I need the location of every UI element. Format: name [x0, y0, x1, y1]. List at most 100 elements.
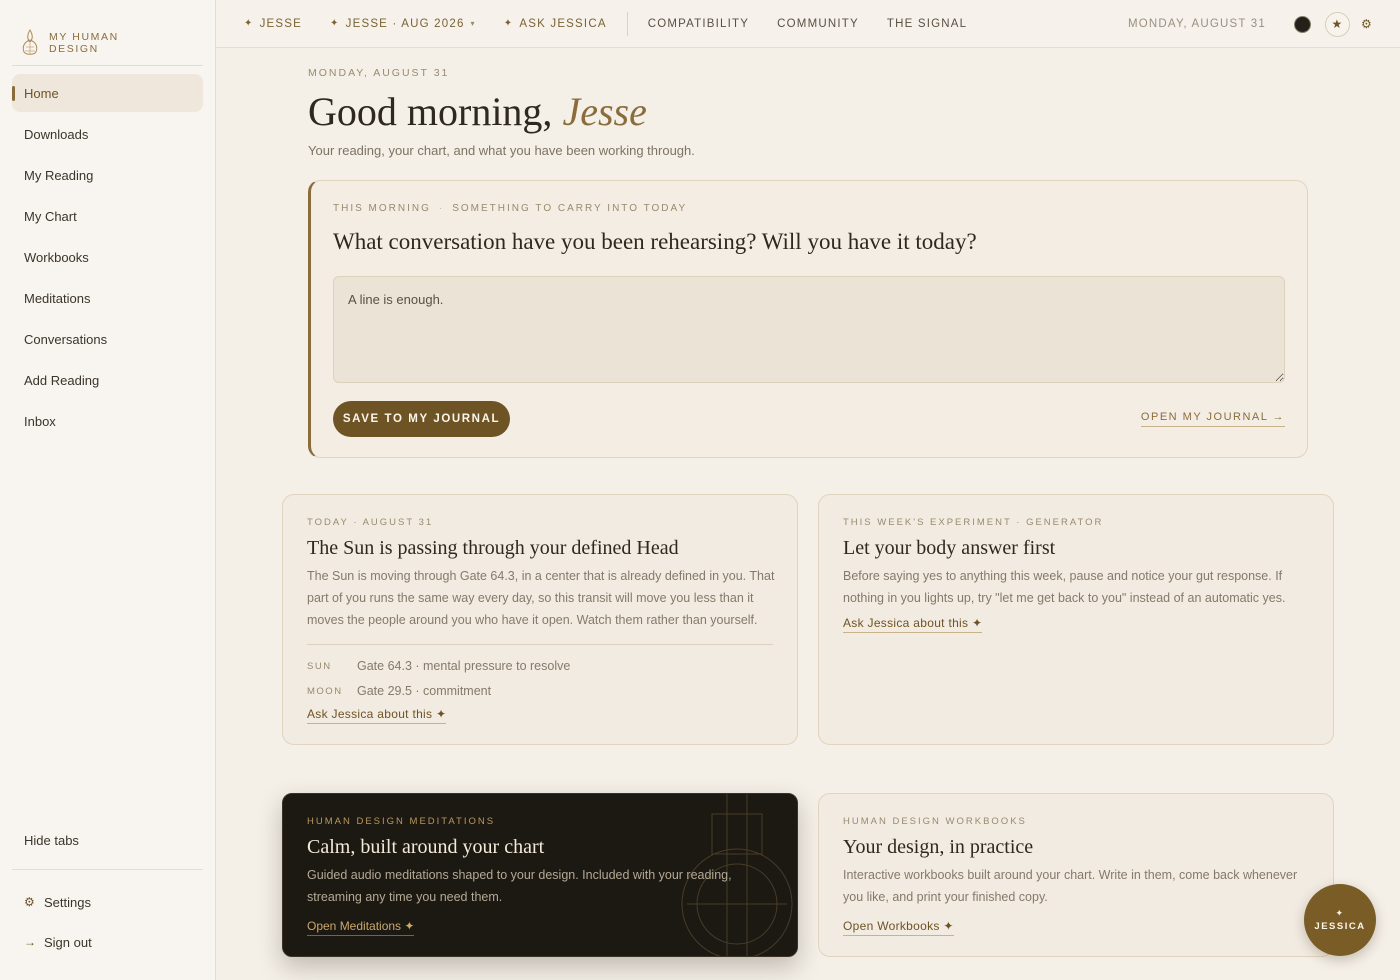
open-meditations-link[interactable]: Open Meditations ✦ — [307, 919, 415, 936]
sparkle-icon: ✦ — [244, 18, 254, 29]
sidebar-item-downloads[interactable]: Downloads — [12, 115, 203, 153]
kicker-separator: · — [438, 203, 445, 214]
sign-out-link[interactable]: → Sign out — [0, 922, 215, 962]
brand-line-2: Design — [49, 42, 99, 55]
greeting-name: Jesse — [562, 89, 647, 134]
top-nav-right: Monday, August 31 ★ ⚙ — [1128, 0, 1376, 48]
page-title: Good morning, Jesse — [308, 88, 647, 135]
meditations-kicker: Human Design Meditations — [307, 816, 496, 827]
transit-row-value: Gate 29.5 · commitment — [357, 684, 492, 698]
transit-row-label: Moon — [307, 686, 343, 697]
hide-tabs-button[interactable]: Hide tabs — [0, 819, 215, 861]
sidebar: My Human Design Home Downloads My Readin… — [0, 0, 216, 980]
transit-card: Today · August 31 The Sun is passing thr… — [282, 494, 798, 745]
sparkle-icon: ✦ — [503, 18, 514, 29]
workbooks-title: Your design, in practice — [843, 836, 1034, 858]
brand-line-1: My Human — [49, 30, 119, 43]
date-kicker: Monday, August 31 — [308, 67, 450, 79]
sidebar-item-conversations[interactable]: Conversations — [12, 320, 203, 358]
nav-divider — [626, 11, 628, 36]
chevron-down-icon: ▾ — [470, 19, 476, 28]
journal-entry-input[interactable] — [333, 276, 1285, 383]
settings-label: Settings — [44, 894, 91, 910]
current-date: Monday, August 31 — [1128, 18, 1266, 30]
ask-jessica-experiment-link[interactable]: Ask Jessica about this ✦ — [843, 616, 983, 633]
sign-out-label: Sign out — [44, 934, 92, 950]
top-nav: ✦ Jesse ✦ Jesse · Aug 2026 ▾ ✦ Ask Jessi… — [216, 0, 1400, 48]
journal-kicker-b: Something to carry into today — [452, 203, 688, 214]
transit-title: The Sun is passing through your defined … — [307, 537, 679, 559]
sidebar-item-my-reading[interactable]: My Reading — [12, 156, 203, 194]
sidebar-footer: Hide tabs ⚙ Settings → Sign out — [0, 819, 215, 962]
sidebar-item-inbox[interactable]: Inbox — [12, 402, 203, 440]
sidebar-item-label: Downloads — [24, 126, 89, 142]
brand-name: My Human Design — [49, 31, 119, 55]
sidebar-item-label: Conversations — [24, 331, 108, 347]
sidebar-item-label: Inbox — [24, 413, 56, 429]
nav-jesse-label: Jesse — [259, 17, 303, 30]
main-content: Monday, August 31 Good morning, Jesse Yo… — [216, 48, 1400, 980]
open-journal-link[interactable]: Open my journal → — [1140, 411, 1285, 427]
transit-row-sun: Sun Gate 64.3 · mental pressure to resol… — [307, 659, 570, 673]
nav-compatibility[interactable]: Compatibility — [648, 18, 749, 30]
sidebar-item-home[interactable]: Home — [12, 74, 203, 112]
save-to-journal-button[interactable]: Save to my journal — [333, 401, 510, 437]
reading-period-label: Jesse · Aug 2026 — [345, 17, 465, 30]
star-icon: ★ — [1331, 17, 1344, 31]
divider — [307, 644, 773, 645]
meditations-card: Human Design Meditations Calm, built aro… — [282, 793, 798, 957]
theme-toggle[interactable] — [1294, 15, 1311, 33]
nav-community[interactable]: Community — [777, 18, 859, 30]
fab-label: JESSICA — [1314, 921, 1366, 932]
experiment-body: Before saying yes to anything this week,… — [843, 569, 1286, 605]
journal-kicker-a: This morning — [333, 203, 431, 214]
favorites-button[interactable]: ★ — [1325, 11, 1350, 37]
experiment-card: This week's experiment · Generator Let y… — [818, 494, 1334, 745]
experiment-kicker: This week's experiment · Generator — [843, 517, 1104, 528]
journal-question: What conversation have you been rehearsi… — [333, 229, 977, 254]
meditations-body: Guided audio meditations shaped to your … — [307, 868, 732, 904]
page-subtitle: Your reading, your chart, and what you h… — [308, 143, 695, 158]
transit-kicker: Today · August 31 — [307, 517, 434, 528]
brand[interactable]: My Human Design — [12, 0, 203, 66]
nav-ask-jessica[interactable]: ✦ Ask Jessica — [504, 18, 607, 30]
reading-period-dropdown[interactable]: ✦ Jesse · Aug 2026 ▾ — [330, 18, 476, 30]
sparkle-icon: ✦ — [1335, 908, 1345, 918]
sidebar-item-label: My Chart — [24, 208, 77, 224]
transit-body: The Sun is moving through Gate 64.3, in … — [307, 569, 775, 627]
workbooks-card: Human Design Workbooks Your design, in p… — [818, 793, 1334, 957]
sidebar-divider — [12, 869, 203, 870]
arrow-right-icon: → — [24, 935, 36, 949]
sidebar-item-label: Workbooks — [24, 249, 89, 265]
journal-kicker: This morning · Something to carry into tod… — [333, 203, 687, 214]
sidebar-nav: Home Downloads My Reading My Chart Workb… — [0, 66, 215, 440]
sidebar-item-meditations[interactable]: Meditations — [12, 279, 203, 317]
meditations-title: Calm, built around your chart — [307, 836, 545, 858]
experiment-title: Let your body answer first — [843, 537, 1056, 559]
lotus-logo-icon — [22, 28, 38, 55]
ask-jessica-transit-link[interactable]: Ask Jessica about this ✦ — [307, 707, 447, 724]
gear-icon: ⚙ — [24, 895, 35, 909]
gear-icon[interactable]: ⚙ — [1358, 17, 1376, 31]
sparkle-icon: ✦ — [330, 18, 340, 29]
sidebar-item-label: Add Reading — [24, 372, 100, 388]
transit-row-label: Sun — [307, 661, 332, 672]
transit-row-moon: Moon Gate 29.5 · commitment — [307, 684, 491, 698]
journal-prompt-card: This morning · Something to carry into tod… — [308, 180, 1308, 458]
transit-row-value: Gate 64.3 · mental pressure to resolve — [357, 659, 571, 673]
nav-jesse[interactable]: ✦ Jesse — [244, 18, 302, 30]
workbooks-body: Interactive workbooks built around your … — [843, 868, 1298, 904]
settings-link[interactable]: ⚙ Settings — [0, 882, 215, 922]
sidebar-item-workbooks[interactable]: Workbooks — [12, 238, 203, 276]
open-workbooks-link[interactable]: Open Workbooks ✦ — [843, 919, 954, 936]
sidebar-item-label: Home — [24, 85, 59, 101]
sidebar-item-label: My Reading — [24, 167, 94, 183]
sidebar-item-add-reading[interactable]: Add Reading — [12, 361, 203, 399]
greeting-prefix: Good morning, — [308, 89, 553, 134]
sidebar-item-label: Meditations — [24, 290, 91, 306]
nav-the-signal[interactable]: The Signal — [887, 18, 967, 30]
sidebar-item-my-chart[interactable]: My Chart — [12, 197, 203, 235]
ask-jessica-fab[interactable]: ✦ JESSICA — [1304, 884, 1376, 956]
nav-ask-jessica-label: Ask Jessica — [519, 17, 607, 30]
workbooks-kicker: Human Design Workbooks — [843, 816, 1027, 827]
